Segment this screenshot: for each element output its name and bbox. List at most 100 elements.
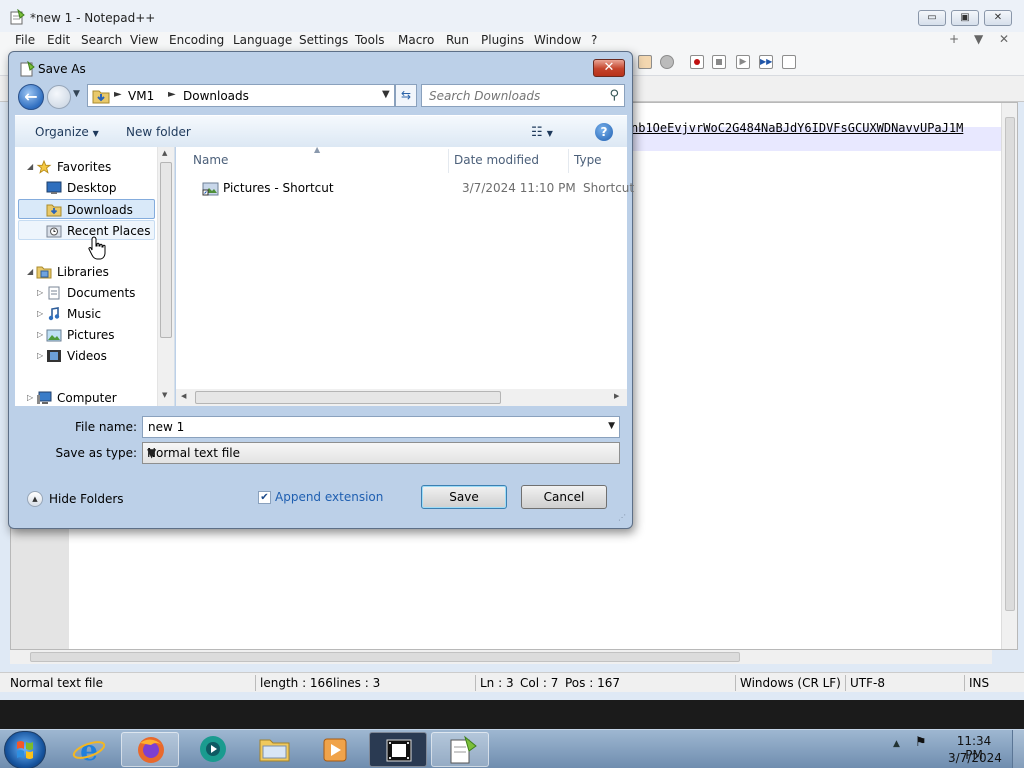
- minimize-button[interactable]: ▭: [918, 10, 946, 26]
- taskbar-file-explorer[interactable]: [245, 732, 303, 767]
- macro-run-multiple-icon[interactable]: ▶▶: [759, 55, 773, 69]
- file-name-input[interactable]: [143, 417, 603, 437]
- menu-window[interactable]: Window: [534, 33, 581, 47]
- new-tab-icon[interactable]: +: [949, 32, 959, 46]
- menu-run[interactable]: Run: [446, 33, 469, 47]
- menu-encoding[interactable]: Encoding: [169, 33, 224, 47]
- view-options-icon[interactable]: ☷ ▼: [531, 125, 553, 140]
- editor-text[interactable]: nb1OeEvjvrWoC2G484NaBJdY6IDVFsGCUXWDNavv…: [631, 121, 999, 135]
- menu-file[interactable]: File: [15, 33, 35, 47]
- menu-settings[interactable]: Settings: [299, 33, 348, 47]
- macro-play-icon[interactable]: ▶: [736, 55, 750, 69]
- tb-icon[interactable]: [638, 55, 652, 69]
- show-hidden-icons-button[interactable]: ▲: [893, 739, 900, 749]
- file-list-horizontal-scrollbar[interactable]: ◀ ▶: [176, 389, 627, 406]
- nav-documents[interactable]: ▷ Documents: [15, 283, 155, 303]
- dialog-close-button[interactable]: ✕: [593, 59, 625, 77]
- column-header-date-modified[interactable]: Date modified: [454, 153, 539, 167]
- macro-stop-icon[interactable]: [712, 55, 726, 69]
- menu-language[interactable]: Language: [233, 33, 292, 47]
- menu-view[interactable]: View: [130, 33, 158, 47]
- back-arrow-icon[interactable]: ←: [18, 84, 44, 110]
- menu-tools[interactable]: Tools: [355, 33, 385, 47]
- address-dropdown-icon[interactable]: ▼: [382, 89, 390, 100]
- tb-icon[interactable]: [660, 55, 674, 69]
- nav-computer[interactable]: ▷ Computer: [15, 388, 155, 406]
- nav-music[interactable]: ▷ Music: [15, 304, 155, 324]
- file-name-combobox[interactable]: ▼: [142, 416, 620, 438]
- search-icon[interactable]: ⚲: [609, 88, 619, 103]
- menu-search[interactable]: Search: [81, 33, 122, 47]
- expand-arrow-icon[interactable]: ▷: [37, 283, 43, 303]
- action-center-flag-icon[interactable]: ⚑: [915, 735, 927, 750]
- maximize-button[interactable]: ▣: [951, 10, 979, 26]
- taskbar-internet-explorer[interactable]: e: [60, 732, 118, 767]
- macro-record-icon[interactable]: [690, 55, 704, 69]
- navigation-scrollbar[interactable]: ▲ ▼: [157, 147, 174, 406]
- dropdown-arrow-icon[interactable]: ▼: [608, 421, 615, 431]
- start-button[interactable]: [4, 731, 46, 768]
- dropdown-arrow-icon[interactable]: ▼: [147, 446, 615, 460]
- cancel-button[interactable]: Cancel: [521, 485, 607, 509]
- column-header-name[interactable]: Name: [193, 153, 228, 167]
- refresh-icon[interactable]: ⇆: [395, 84, 417, 107]
- show-desktop-button[interactable]: [1012, 730, 1024, 768]
- scrollbar-thumb[interactable]: [160, 162, 172, 338]
- editor-horizontal-scrollbar[interactable]: [10, 650, 992, 664]
- search-input[interactable]: [422, 85, 602, 106]
- append-extension-label[interactable]: Append extension: [275, 490, 383, 504]
- macro-save-icon[interactable]: [782, 55, 796, 69]
- scroll-right-arrow-icon[interactable]: ▶: [614, 392, 619, 400]
- column-header-type[interactable]: Type: [574, 153, 602, 167]
- scrollbar-thumb[interactable]: [195, 391, 501, 404]
- nav-favorites[interactable]: ◢ Favorites: [15, 157, 155, 177]
- collapse-arrow-icon[interactable]: ◢: [27, 157, 33, 177]
- help-icon[interactable]: ?: [595, 123, 613, 141]
- save-button[interactable]: Save: [421, 485, 507, 509]
- collapse-arrow-icon[interactable]: ◢: [27, 262, 33, 282]
- breadcrumb-vm1[interactable]: VM1: [128, 89, 154, 103]
- close-window-button[interactable]: ✕: [984, 10, 1012, 26]
- nav-pictures[interactable]: ▷ Pictures: [15, 325, 155, 345]
- status-encoding[interactable]: UTF-8: [850, 676, 885, 690]
- nav-videos[interactable]: ▷ Videos: [15, 346, 155, 366]
- scrollbar-thumb[interactable]: [1005, 117, 1015, 611]
- breadcrumb-downloads[interactable]: Downloads: [183, 89, 249, 103]
- scroll-down-arrow-icon[interactable]: ▼: [162, 391, 167, 399]
- taskbar-media-app[interactable]: [306, 732, 364, 767]
- menu-plugins[interactable]: Plugins: [481, 33, 524, 47]
- tab-list-icon[interactable]: ▼: [974, 32, 983, 46]
- taskbar-notepadpp[interactable]: [431, 732, 489, 767]
- scroll-left-arrow-icon[interactable]: ◀: [181, 392, 186, 400]
- close-tab-icon[interactable]: ✕: [999, 32, 1009, 46]
- taskbar-firefox[interactable]: [121, 732, 179, 767]
- scrollbar-thumb[interactable]: [30, 652, 740, 662]
- nav-recent-places[interactable]: Recent Places: [18, 220, 155, 240]
- status-eol[interactable]: Windows (CR LF): [740, 676, 841, 690]
- address-bar[interactable]: ► VM1 ► Downloads ▼: [87, 84, 395, 107]
- breadcrumb-chevron-icon[interactable]: ►: [168, 89, 176, 100]
- checkmark-icon[interactable]: ✔: [258, 491, 271, 504]
- expand-arrow-icon[interactable]: ▷: [37, 346, 43, 366]
- taskbar-video-app[interactable]: [369, 732, 427, 767]
- resize-grip-icon[interactable]: ⋰: [618, 513, 626, 522]
- breadcrumb-chevron-icon[interactable]: ►: [114, 89, 122, 100]
- expand-arrow-icon[interactable]: ▷: [37, 304, 43, 324]
- taskbar-media-player[interactable]: [182, 732, 240, 767]
- clock-date[interactable]: 3/7/2024: [948, 751, 1002, 765]
- status-insert-mode[interactable]: INS: [969, 676, 989, 690]
- nav-desktop[interactable]: Desktop: [15, 178, 155, 198]
- menu-edit[interactable]: Edit: [47, 33, 70, 47]
- file-row[interactable]: Pictures - Shortcut 3/7/2024 11:10 PM Sh…: [192, 179, 634, 199]
- editor-vertical-scrollbar[interactable]: [1001, 103, 1017, 649]
- forward-arrow-icon[interactable]: [47, 85, 71, 109]
- organize-button[interactable]: Organize ▼: [35, 125, 99, 139]
- menu-macro[interactable]: Macro: [398, 33, 434, 47]
- save-as-type-select[interactable]: Normal text file ▼: [142, 442, 620, 464]
- nav-libraries[interactable]: ◢ Libraries: [15, 262, 155, 282]
- search-box[interactable]: ⚲: [421, 84, 625, 107]
- recent-locations-chevron-icon[interactable]: ▼: [73, 89, 80, 99]
- scroll-up-arrow-icon[interactable]: ▲: [162, 149, 167, 157]
- nav-downloads[interactable]: Downloads: [18, 199, 155, 219]
- expand-arrow-icon[interactable]: ▷: [37, 325, 43, 345]
